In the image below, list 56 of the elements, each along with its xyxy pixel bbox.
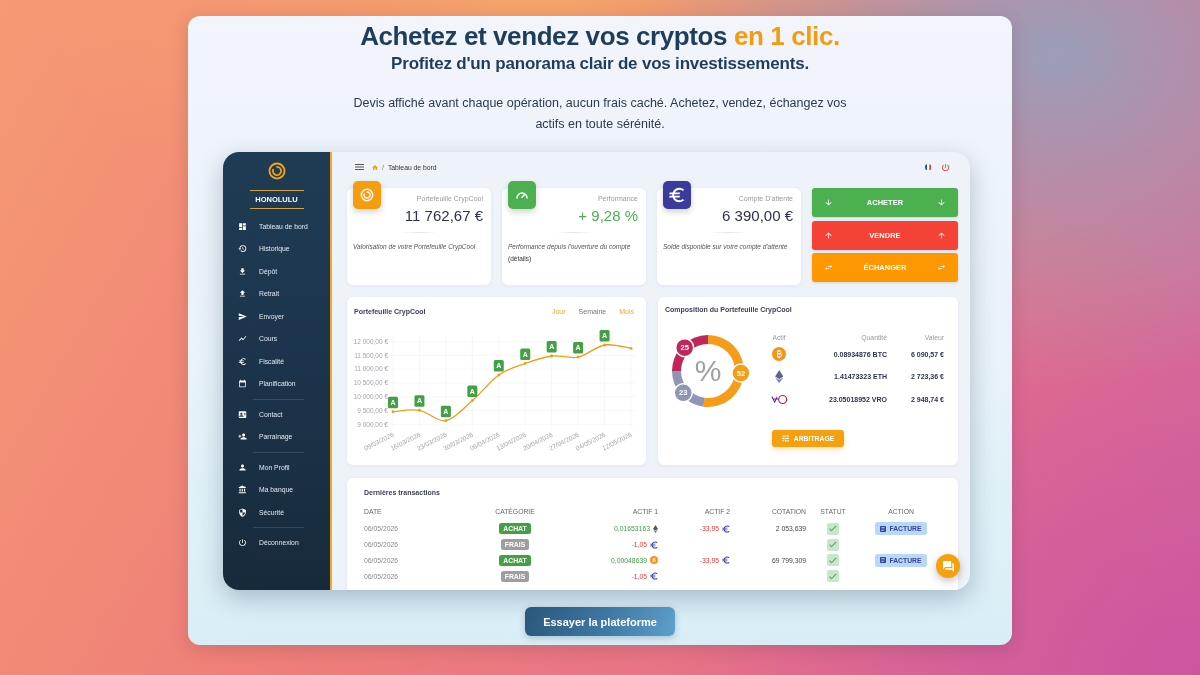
euro-icon — [650, 540, 658, 549]
cta-button[interactable]: Essayer la plateforme — [525, 607, 675, 636]
stat-value: 6 390,00 € — [721, 207, 794, 225]
dashboard-icon — [238, 221, 247, 231]
arrow-down-icon — [825, 199, 832, 206]
euro-icon — [238, 356, 247, 366]
data-point — [603, 343, 606, 347]
send-icon — [238, 311, 247, 321]
flag-icon[interactable] — [924, 163, 931, 171]
person-icon — [238, 462, 247, 472]
coin-logo-icon — [770, 393, 788, 405]
home-icon[interactable] — [372, 164, 378, 170]
download-icon — [238, 266, 247, 276]
ethereum-icon — [774, 370, 784, 384]
description: Devis affiché avant chaque opération, aucun frais caché. Achetez, vendez, échangez vos actifs en toute sérénité. — [352, 95, 848, 133]
arrow-up-icon — [938, 231, 945, 239]
swap-arrows-icon — [938, 264, 945, 271]
contact-card-icon — [238, 409, 247, 419]
trend-line-icon — [238, 334, 247, 344]
add-person-icon — [238, 432, 247, 442]
data-point — [523, 362, 527, 365]
subheadline: Profitez d'un panorama clair de vos investissements. — [391, 53, 809, 75]
swap-arrows-icon — [825, 264, 832, 271]
shield-icon — [238, 507, 247, 517]
percent-label: % — [694, 354, 722, 387]
headline: Achetez et vendez vos cryptos en 1 clic. — [360, 21, 840, 51]
data-point — [629, 346, 633, 350]
power-icon — [238, 538, 247, 548]
euro-icon — [650, 572, 658, 581]
sliders-icon — [781, 435, 789, 442]
bank-icon — [238, 485, 247, 495]
data-point — [444, 419, 448, 423]
data-point — [391, 410, 395, 414]
euro-icon — [722, 524, 730, 533]
arrow-up-icon — [825, 231, 832, 239]
data-point — [497, 373, 501, 377]
stat-value: 11 762,67 € — [403, 207, 484, 225]
upload-icon — [238, 289, 247, 299]
bitcoin-icon — [772, 347, 786, 362]
ethereum-icon — [653, 524, 658, 533]
calendar-icon — [238, 379, 247, 389]
data-point — [550, 354, 554, 358]
arrow-down-icon — [938, 199, 945, 206]
document-icon — [880, 557, 887, 564]
data-point — [470, 399, 474, 402]
ring-logo-icon — [267, 162, 286, 180]
document-icon — [880, 525, 887, 532]
data-point — [576, 355, 580, 359]
history-icon — [238, 244, 247, 254]
chat-icon — [942, 560, 954, 572]
bitcoin-icon — [650, 556, 658, 565]
euro-icon — [722, 556, 730, 565]
power-icon[interactable] — [942, 163, 949, 171]
menu-icon[interactable] — [355, 164, 364, 170]
stat-value: + 9,28 % — [577, 207, 639, 225]
data-point — [418, 408, 421, 412]
